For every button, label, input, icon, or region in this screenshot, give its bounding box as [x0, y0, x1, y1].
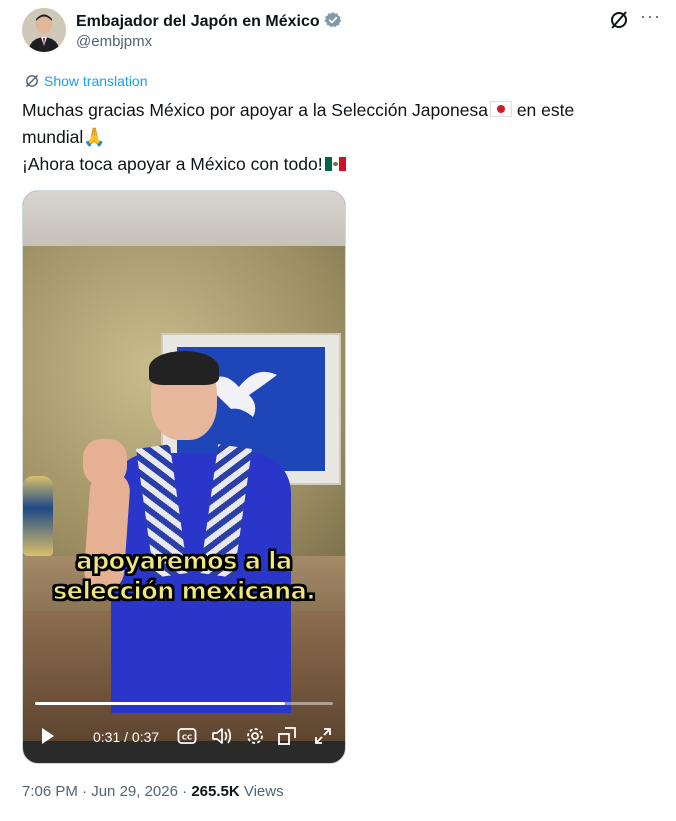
- svg-text:CC: CC: [182, 734, 192, 742]
- display-name[interactable]: Embajador del Japón en México: [76, 11, 342, 34]
- tweet-header: Embajador del Japón en México @embjpmx ·…: [22, 6, 662, 56]
- views-label: Views: [243, 783, 284, 800]
- views-count: 265.5K: [191, 783, 240, 800]
- verified-badge-icon: [324, 11, 342, 34]
- video-caption: apoyaremos a la selección mexicana.: [23, 546, 345, 606]
- caption-line-1: apoyaremos a la: [76, 547, 293, 576]
- video-scene-vase: [23, 476, 53, 556]
- folded-hands-icon: 🙏: [83, 127, 106, 147]
- pip-icon[interactable]: [277, 726, 297, 751]
- more-icon[interactable]: ···: [640, 6, 661, 27]
- fullscreen-icon[interactable]: [313, 726, 333, 751]
- video-time: 0:31 / 0:37: [93, 729, 160, 745]
- video-scene-hair: [149, 351, 219, 385]
- translate-label: Show translation: [44, 73, 148, 89]
- tweet-time[interactable]: 7:06 PM: [22, 783, 78, 800]
- show-translation-link[interactable]: Show translation: [24, 73, 148, 89]
- tweet-line-1-tail: en este: [511, 100, 575, 120]
- mexico-flag-icon: [324, 157, 346, 171]
- avatar[interactable]: [22, 8, 66, 52]
- volume-icon[interactable]: [211, 726, 233, 751]
- tweet-line-2: mundial: [22, 127, 84, 147]
- settings-icon[interactable]: [245, 726, 265, 751]
- video-scene-ceiling: [23, 191, 345, 246]
- play-icon[interactable]: [39, 725, 57, 752]
- display-name-text: Embajador del Japón en México: [76, 13, 320, 30]
- handle[interactable]: @embjpmx: [76, 33, 152, 50]
- captions-icon[interactable]: CC: [177, 727, 197, 750]
- video-progress-bar[interactable]: [35, 702, 333, 705]
- video-scene-fist: [83, 439, 127, 485]
- tweet-meta: 7:06 PM · Jun 29, 2026 · 265.5K Views: [22, 783, 284, 800]
- tweet-date[interactable]: Jun 29, 2026: [91, 783, 178, 800]
- tweet-line-1: Muchas gracias México por apoyar a la Se…: [22, 100, 488, 120]
- grok-icon[interactable]: [609, 10, 629, 30]
- video-progress-fill: [35, 702, 286, 705]
- tweet-text: Muchas gracias México por apoyar a la Se…: [22, 97, 652, 178]
- tweet-line-3: ¡Ahora toca apoyar a México con todo!: [22, 154, 323, 174]
- japan-flag-icon: [489, 101, 512, 117]
- translate-icon: [25, 74, 39, 88]
- video-player[interactable]: apoyaremos a la selección mexicana. 0:31…: [22, 190, 346, 764]
- video-controls: 0:31 / 0:37 CC: [23, 721, 345, 753]
- caption-line-2: selección mexicana.: [53, 577, 317, 606]
